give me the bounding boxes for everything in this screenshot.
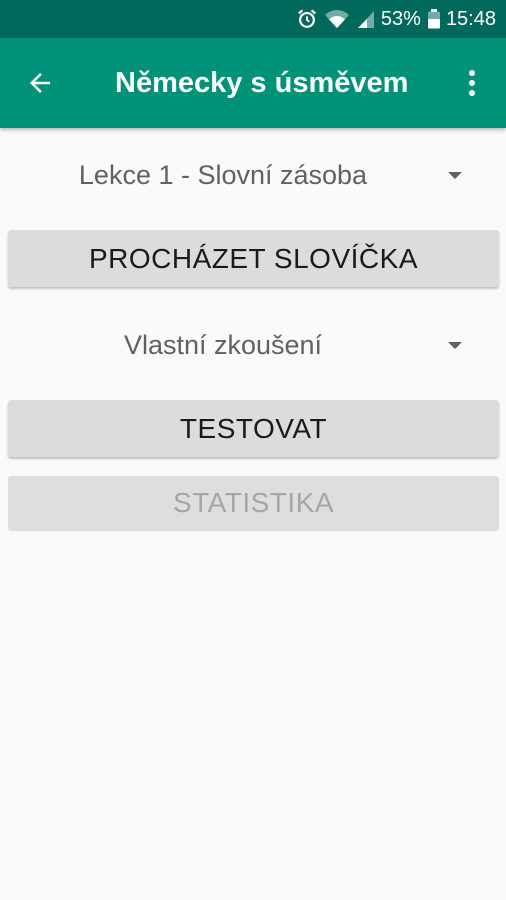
battery-percent: 53% [380,8,421,30]
back-button[interactable] [18,61,62,105]
wifi-icon [324,7,350,31]
battery-icon [427,7,441,31]
test-button[interactable]: TESTOVAT [8,400,499,457]
browse-vocabulary-button[interactable]: PROCHÁZET SLOVÍČKA [8,230,499,287]
overflow-menu-button[interactable] [452,61,492,105]
more-vert-icon [469,70,475,96]
status-bar: 53% 15:48 [0,0,506,38]
dropdown-arrow-icon [448,172,462,179]
screen: 53% 15:48 Německy s úsměvem Lekce 1 - Sl… [0,0,506,900]
alarm-icon [296,7,318,31]
arrow-left-icon [30,73,50,93]
clock: 15:48 [445,8,496,30]
test-mode-spinner-value: Vlastní zkoušení [123,329,323,360]
test-mode-spinner[interactable]: Vlastní zkoušení [8,318,498,372]
dropdown-arrow-icon [448,342,462,349]
app-bar: Německy s úsměvem [0,38,506,128]
app-title: Německy s úsměvem [115,67,409,99]
lesson-spinner[interactable]: Lekce 1 - Slovní zásoba [8,148,498,202]
statistics-button[interactable]: STATISTIKA [8,476,499,530]
signal-icon [356,7,376,31]
lesson-spinner-value: Lekce 1 - Slovní zásoba [78,159,368,190]
